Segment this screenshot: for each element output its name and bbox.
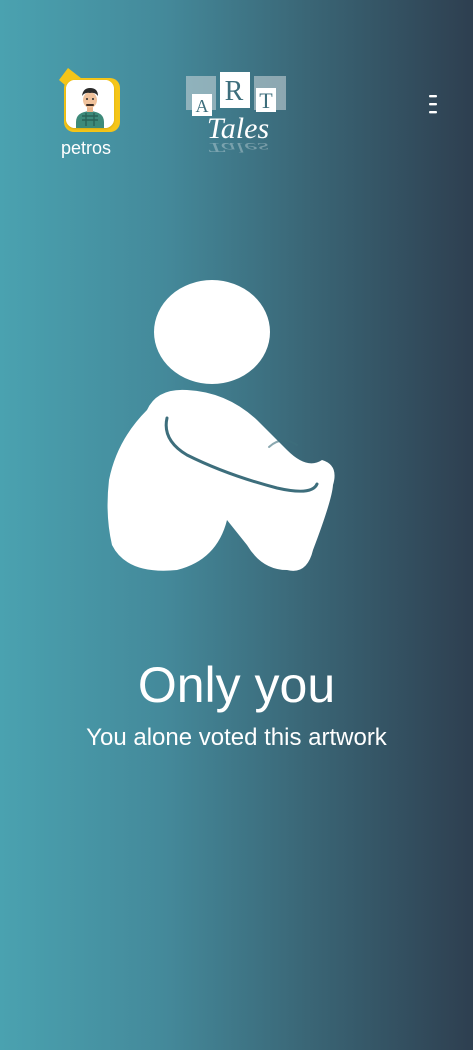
page-subtitle: You alone voted this artwork: [86, 724, 387, 751]
art-tales-logo[interactable]: A R T Tales Tales: [186, 72, 288, 162]
more-options-button[interactable]: [420, 90, 446, 120]
user-profile-button[interactable]: petros: [50, 66, 124, 162]
illustration: [0, 270, 473, 590]
logo-reflection: Tales: [207, 140, 269, 155]
more-vertical-icon: [429, 95, 437, 114]
logo-letter-t: T: [259, 88, 273, 113]
user-avatar-icon: [66, 80, 114, 128]
logo-letter-r: R: [225, 76, 244, 107]
avatar[interactable]: [56, 66, 122, 132]
sitting-person-icon: [107, 280, 335, 571]
header-bar: petros A R T Tales Tales: [0, 0, 473, 170]
page-title: Only you: [137, 657, 336, 713]
username-label: petros: [60, 138, 112, 158]
